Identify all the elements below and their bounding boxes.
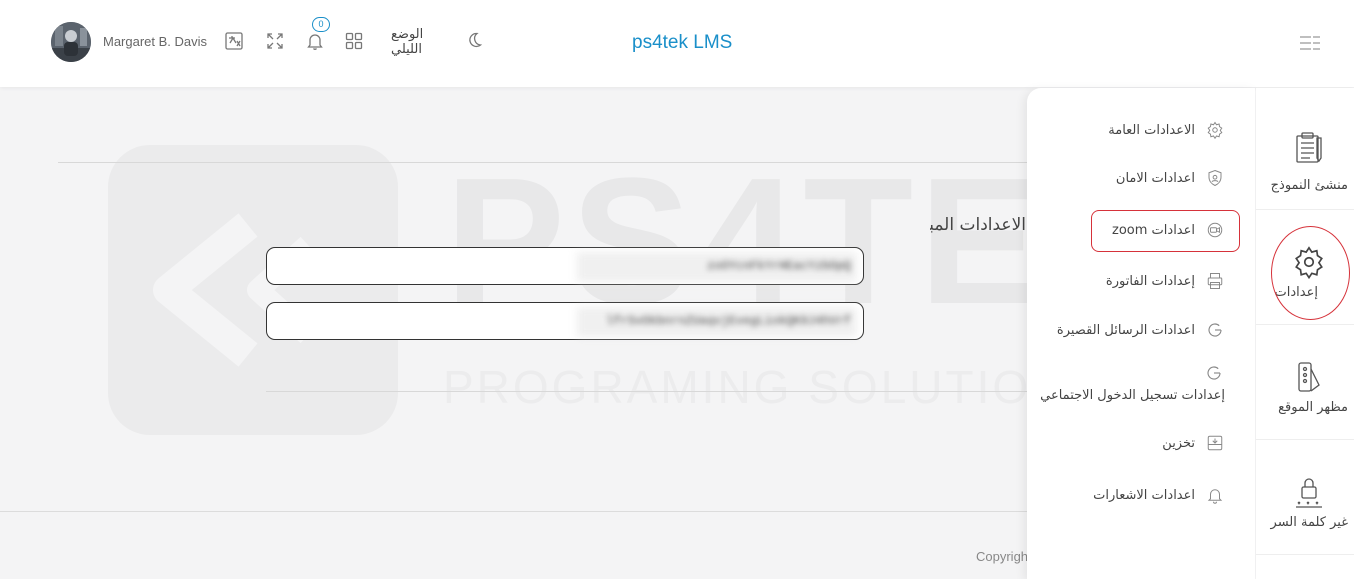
password-lock-icon xyxy=(1292,475,1326,509)
zoom-api-key-input[interactable]: zoOYcnFkYrHEacYzbOpQ xyxy=(266,247,864,285)
apps-grid-icon[interactable] xyxy=(344,31,364,51)
google-icon xyxy=(1205,320,1225,340)
submenu-item-zoom-settings[interactable]: اعدادات zoom xyxy=(1112,220,1225,240)
appearance-icon xyxy=(1292,360,1326,394)
submenu-item-storage[interactable]: تخزين xyxy=(1162,433,1225,453)
active-item-highlight xyxy=(1271,226,1350,320)
submenu-item-label: اعدادات الاشعارات xyxy=(1093,487,1195,503)
google-icon xyxy=(1205,364,1225,384)
notification-count-badge: 0 xyxy=(312,17,330,32)
top-header: Margaret B. Davis 0 الوضع الليلي ps4tek … xyxy=(0,0,1354,87)
submenu-item-label: اعدادات zoom xyxy=(1112,222,1195,238)
shield-icon xyxy=(1205,168,1225,188)
submenu-item-label: إعدادات الفاتورة xyxy=(1105,273,1195,289)
storage-icon xyxy=(1205,433,1225,453)
gear-icon xyxy=(1205,120,1225,140)
night-mode-label: الوضع الليلي xyxy=(391,27,424,57)
bell-icon xyxy=(1205,485,1225,505)
app-title: ps4tek LMS xyxy=(632,32,733,53)
form-builder-icon xyxy=(1292,130,1326,164)
divider xyxy=(266,391,1038,392)
footer-divider xyxy=(0,511,1030,512)
translate-icon[interactable] xyxy=(224,31,244,51)
submenu-item-label: اعدادات الامان xyxy=(1115,170,1195,186)
sidebar-item-form-builder[interactable]: منشئ النموذج xyxy=(1256,96,1354,210)
submenu-item-social-login-settings[interactable]: إعدادات تسجيل الدخول الاجتماعي xyxy=(1035,364,1225,408)
submenu-item-notification-settings[interactable]: اعدادات الاشعارات xyxy=(1093,485,1225,505)
submenu-item-invoice-settings[interactable]: إعدادات الفاتورة xyxy=(1106,271,1225,291)
watermark-tagline: PROGRAMING SOLUTIONS xyxy=(443,361,1102,413)
avatar[interactable] xyxy=(51,22,91,62)
zoom-icon xyxy=(1205,220,1225,240)
moon-icon xyxy=(465,31,483,53)
menu-icon[interactable] xyxy=(1298,34,1322,52)
sidebar-item-label: غير كلمة السر xyxy=(1270,515,1348,530)
submenu-item-label: اعدادات الرسائل القصيرة xyxy=(1056,322,1195,338)
divider xyxy=(58,162,1038,163)
right-sidebar: منشئ النموذج إعدادات مظهر الموقع غير كلم… xyxy=(1256,88,1354,579)
submenu-item-security-settings[interactable]: اعدادات الامان xyxy=(1116,168,1225,188)
bell-icon[interactable] xyxy=(305,31,325,51)
field-value: lfrSvOkbnrnZUaqvjEvegLiokQK9J4hVrf xyxy=(606,314,851,328)
submenu-item-label: الاعدادات العامة xyxy=(1108,122,1195,138)
user-name[interactable]: Margaret B. Davis xyxy=(103,34,207,49)
submenu-item-label: تخزين xyxy=(1162,435,1195,451)
section-heading: الاعدادات المباشرة xyxy=(930,215,1026,235)
settings-submenu: الاعدادات العامة اعدادات الامان اعدادات … xyxy=(1027,88,1255,579)
submenu-item-label: إعدادات تسجيل الدخول الاجتماعي xyxy=(1040,388,1225,403)
sidebar-item-change-password[interactable]: غير كلمة السر xyxy=(1256,441,1354,555)
sidebar-item-label: منشئ النموذج xyxy=(1270,178,1348,193)
submenu-item-sms-settings[interactable]: اعدادات الرسائل القصيرة xyxy=(1057,320,1225,340)
printer-icon xyxy=(1205,271,1225,291)
fullscreen-icon[interactable] xyxy=(265,31,285,51)
zoom-api-secret-input[interactable]: lfrSvOkbnrnZUaqvjEvegLiokQK9J4hVrf xyxy=(266,302,864,340)
submenu-item-general-settings[interactable]: الاعدادات العامة xyxy=(1108,120,1225,140)
night-mode-toggle[interactable]: الوضع الليلي xyxy=(391,27,483,57)
field-value: zoOYcnFkYrHEacYzbOpQ xyxy=(706,259,851,273)
copyright-text: Copyrigh xyxy=(976,549,1029,564)
sidebar-item-label: مظهر الموقع xyxy=(1278,400,1348,415)
sidebar-item-site-appearance[interactable]: مظهر الموقع xyxy=(1256,326,1354,440)
